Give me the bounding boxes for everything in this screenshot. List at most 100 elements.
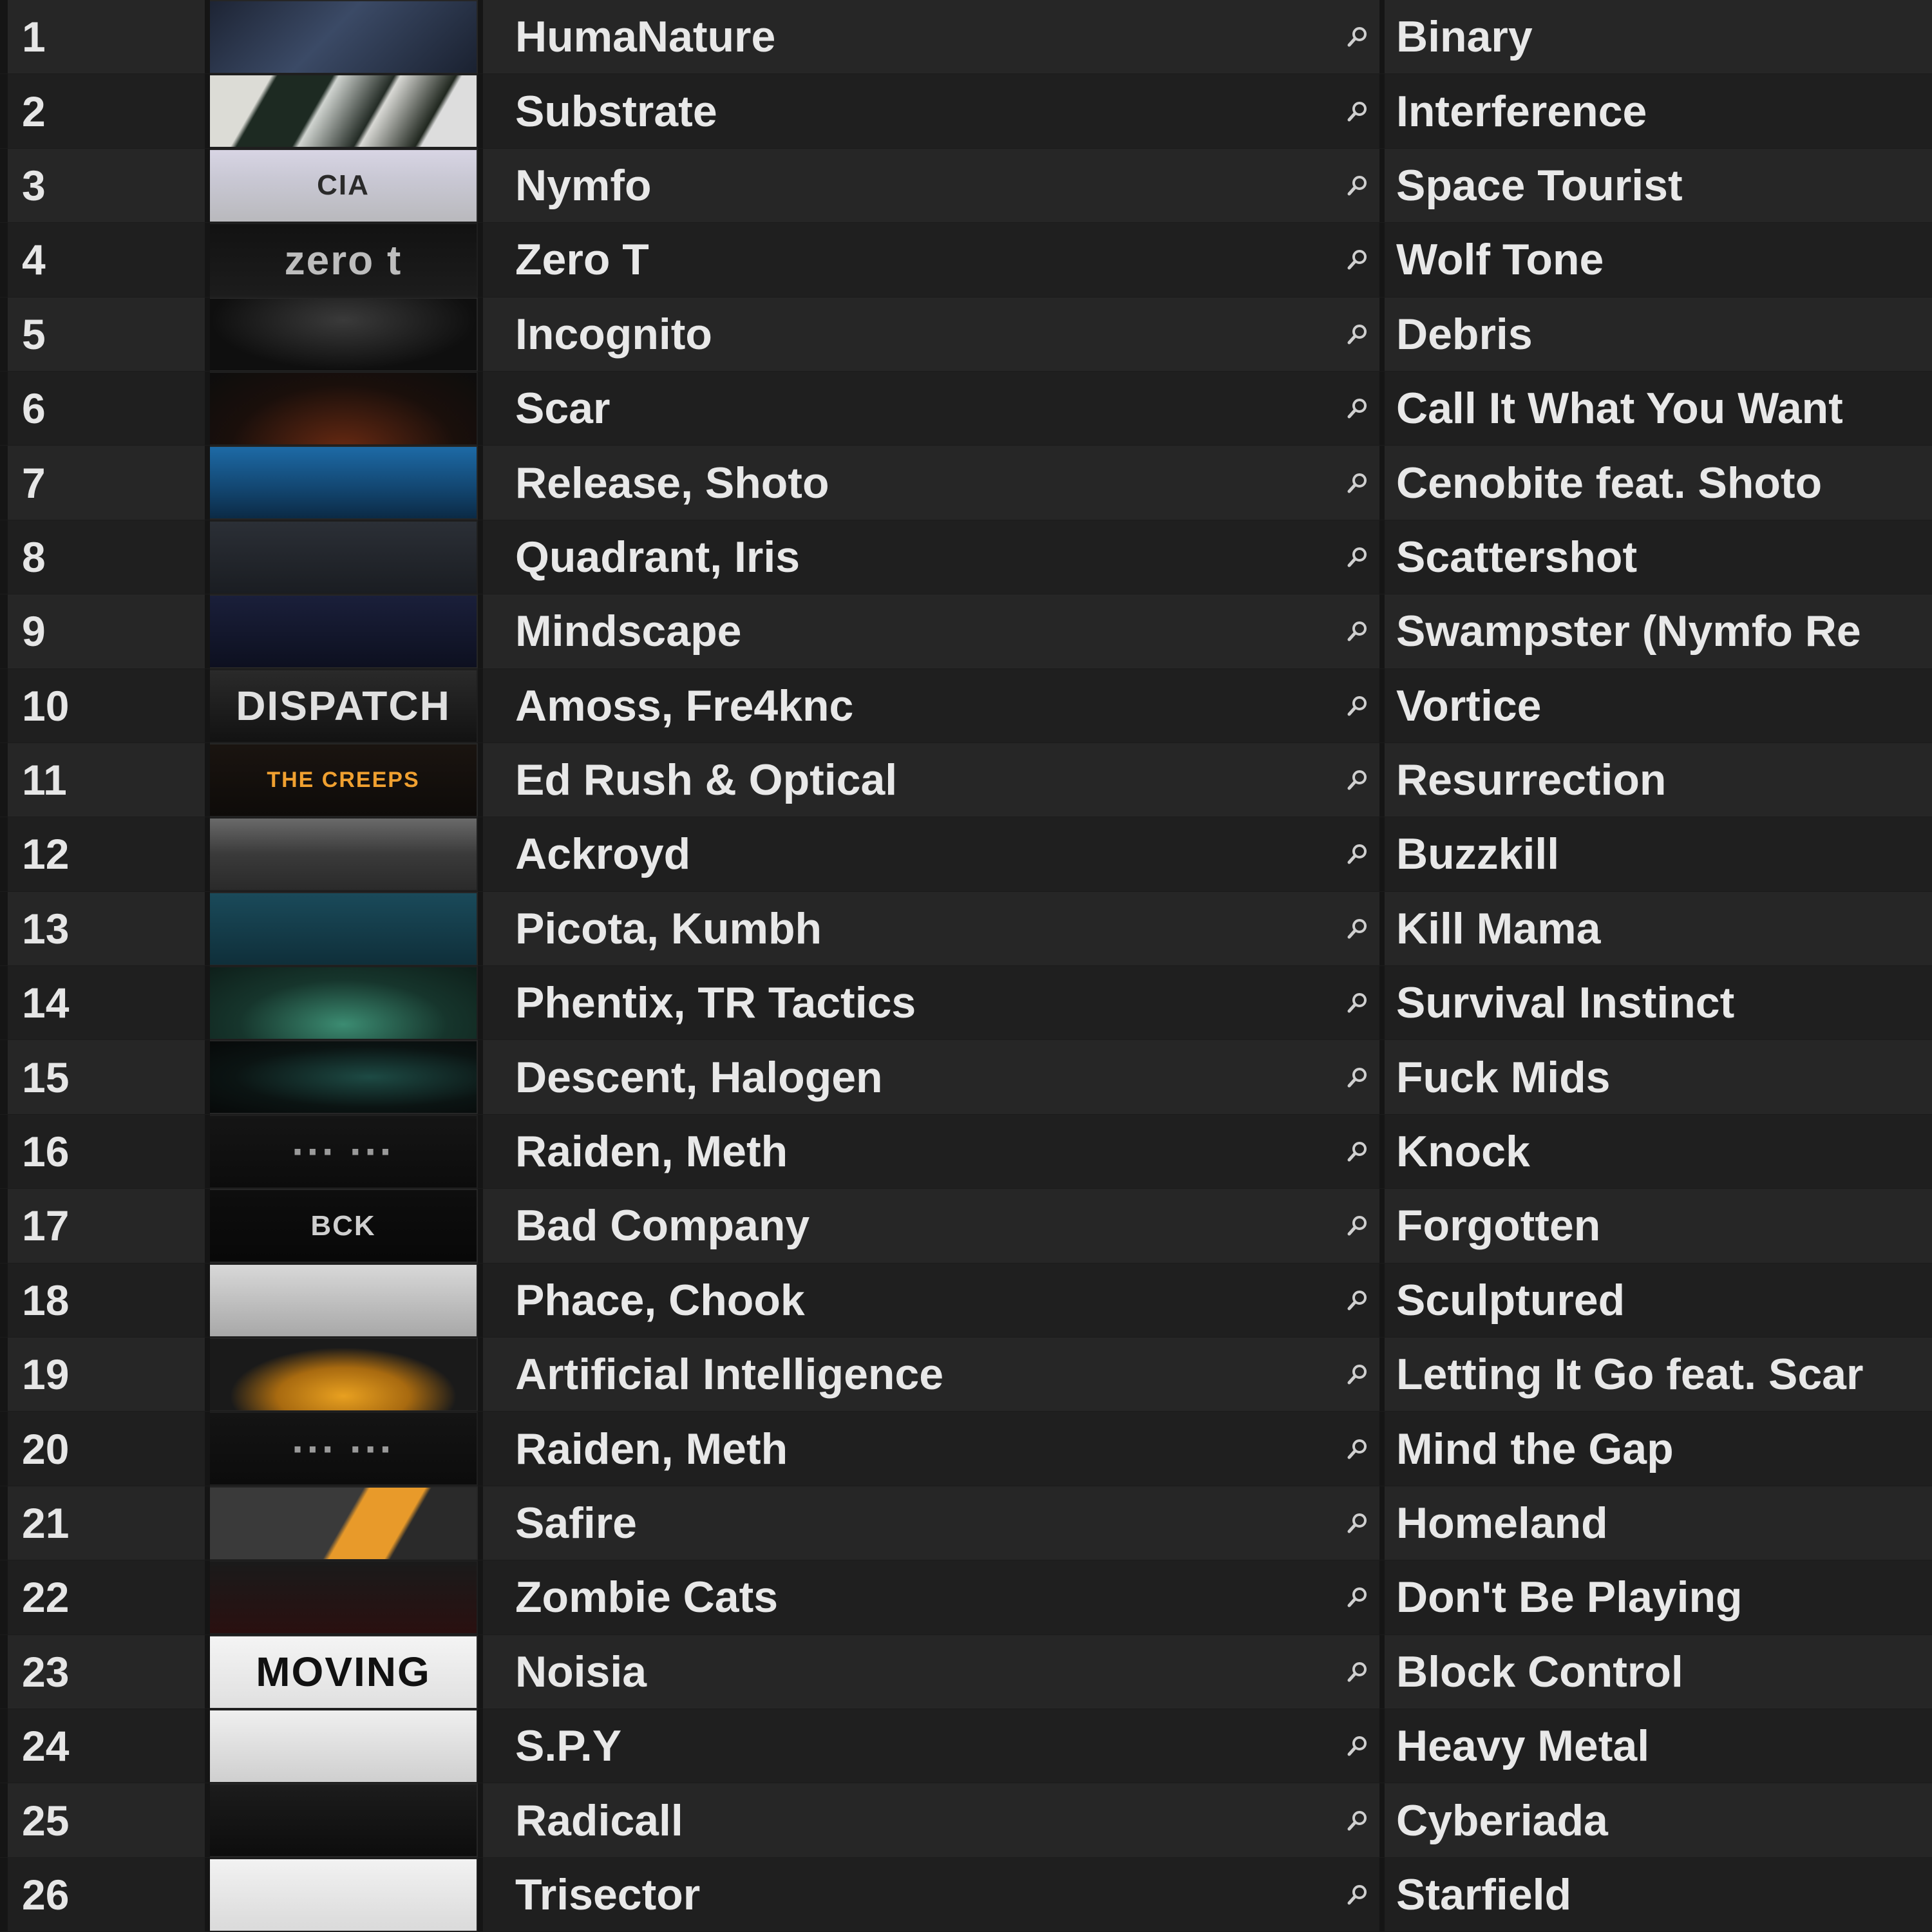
track-artist[interactable]: Scar [515,372,1307,445]
album-artwork[interactable] [210,1,477,73]
track-artist[interactable]: Picota, Kumbh [515,892,1307,965]
search-icon[interactable] [1340,1635,1376,1709]
track-title[interactable]: Don't Be Playing [1396,1560,1932,1634]
track-artist[interactable]: Raiden, Meth [515,1412,1307,1485]
album-artwork[interactable] [210,1859,477,1931]
track-title[interactable]: Survival Instinct [1396,966,1932,1039]
track-artist[interactable]: Quadrant, Iris [515,520,1307,594]
search-icon[interactable] [1340,669,1376,743]
search-icon[interactable] [1340,1560,1376,1634]
album-artwork[interactable]: ··· ··· [210,1115,477,1188]
album-artwork[interactable] [210,1487,477,1559]
track-row[interactable]: 11 THE CREEPS Ed Rush & Optical Resurrec… [0,743,1932,818]
search-icon[interactable] [1340,817,1376,891]
track-artist[interactable]: Amoss, Fre4knc [515,669,1307,743]
track-row[interactable]: 5 Incognito Debris [0,297,1932,372]
track-row[interactable]: 3 CIA Nymfo Space Tourist [0,148,1932,223]
album-artwork[interactable]: MOVING [210,1636,477,1708]
track-artist[interactable]: Substrate [515,74,1307,147]
track-title[interactable]: Resurrection [1396,743,1932,817]
search-icon[interactable] [1340,0,1376,73]
track-row[interactable]: 18 Phace, Chook Sculptured [0,1263,1932,1338]
track-artist[interactable]: Mindscape [515,594,1307,668]
track-artist[interactable]: Release, Shoto [515,446,1307,519]
search-icon[interactable] [1340,1783,1376,1857]
album-artwork[interactable]: THE CREEPS [210,744,477,816]
search-icon[interactable] [1340,298,1376,371]
track-title[interactable]: Heavy Metal [1396,1709,1932,1783]
search-icon[interactable] [1340,74,1376,147]
track-title[interactable]: Swampster (Nymfo Re [1396,594,1932,668]
search-icon[interactable] [1340,966,1376,1039]
track-title[interactable]: Sculptured [1396,1264,1932,1337]
track-row[interactable]: 12 Ackroyd Buzzkill [0,817,1932,892]
track-row[interactable]: 22 Zombie Cats Don't Be Playing [0,1560,1932,1635]
track-title[interactable]: Debris [1396,298,1932,371]
search-icon[interactable] [1340,1115,1376,1188]
search-icon[interactable] [1340,372,1376,445]
track-artist[interactable]: Descent, Halogen [515,1040,1307,1113]
track-artist[interactable]: Nymfo [515,149,1307,222]
track-title[interactable]: Starfield [1396,1858,1932,1931]
search-icon[interactable] [1340,1338,1376,1411]
search-icon[interactable] [1340,1189,1376,1262]
album-artwork[interactable] [210,893,477,965]
album-artwork[interactable] [210,298,477,370]
track-row[interactable]: 7 Release, Shoto Cenobite feat. Shoto [0,446,1932,520]
track-title[interactable]: Knock [1396,1115,1932,1188]
track-artist[interactable]: Ed Rush & Optical [515,743,1307,817]
search-icon[interactable] [1340,1486,1376,1560]
track-artist[interactable]: Ackroyd [515,817,1307,891]
track-row[interactable]: 23 MOVING Noisia Block Control [0,1634,1932,1709]
track-artist[interactable]: Phace, Chook [515,1264,1307,1337]
search-icon[interactable] [1340,223,1376,296]
track-artist[interactable]: Phentix, TR Tactics [515,966,1307,1039]
track-title[interactable]: Space Tourist [1396,149,1932,222]
track-artist[interactable]: Zero T [515,223,1307,296]
album-artwork[interactable] [210,447,477,519]
track-title[interactable]: Call It What You Want [1396,372,1932,445]
track-title[interactable]: Cyberiada [1396,1783,1932,1857]
track-title[interactable]: Kill Mama [1396,892,1932,965]
album-artwork[interactable]: DISPATCH [210,670,477,742]
album-artwork[interactable] [210,596,477,668]
track-artist[interactable]: Trisector [515,1858,1307,1931]
track-artist[interactable]: S.P.Y [515,1709,1307,1783]
track-row[interactable]: 9 Mindscape Swampster (Nymfo Re [0,594,1932,669]
search-icon[interactable] [1340,520,1376,594]
track-row[interactable]: 6 Scar Call It What You Want [0,371,1932,446]
album-artwork[interactable] [210,819,477,891]
album-artwork[interactable] [210,372,477,444]
track-title[interactable]: Scattershot [1396,520,1932,594]
album-artwork[interactable] [210,1785,477,1857]
track-title[interactable]: Binary [1396,0,1932,73]
search-icon[interactable] [1340,1412,1376,1485]
track-title[interactable]: Letting It Go feat. Scar [1396,1338,1932,1411]
track-row[interactable]: 2 Substrate Interference [0,74,1932,149]
track-title[interactable]: Forgotten [1396,1189,1932,1262]
search-icon[interactable] [1340,1709,1376,1783]
track-row[interactable]: 17 BCK Bad Company Forgotten [0,1189,1932,1264]
track-title[interactable]: Homeland [1396,1486,1932,1560]
track-row[interactable]: 1 HumaNature Binary [0,0,1932,75]
search-icon[interactable] [1340,594,1376,668]
track-title[interactable]: Wolf Tone [1396,223,1932,296]
album-artwork[interactable]: zero t [210,224,477,296]
search-icon[interactable] [1340,446,1376,519]
album-artwork[interactable] [210,1710,477,1782]
search-icon[interactable] [1340,1858,1376,1931]
track-row[interactable]: 26 Trisector Starfield [0,1857,1932,1932]
track-row[interactable]: 4 zero t Zero T Wolf Tone [0,223,1932,298]
track-artist[interactable]: HumaNature [515,0,1307,73]
track-row[interactable]: 20 ··· ··· Raiden, Meth Mind the Gap [0,1412,1932,1486]
track-row[interactable]: 25 Radicall Cyberiada [0,1783,1932,1858]
search-icon[interactable] [1340,892,1376,965]
search-icon[interactable] [1340,743,1376,817]
search-icon[interactable] [1340,149,1376,222]
track-row[interactable]: 14 Phentix, TR Tactics Survival Instinct [0,966,1932,1041]
track-row[interactable]: 8 Quadrant, Iris Scattershot [0,520,1932,595]
track-row[interactable]: 24 S.P.Y Heavy Metal [0,1709,1932,1784]
track-artist[interactable]: Artificial Intelligence [515,1338,1307,1411]
track-title[interactable]: Cenobite feat. Shoto [1396,446,1932,519]
track-title[interactable]: Block Control [1396,1635,1932,1709]
